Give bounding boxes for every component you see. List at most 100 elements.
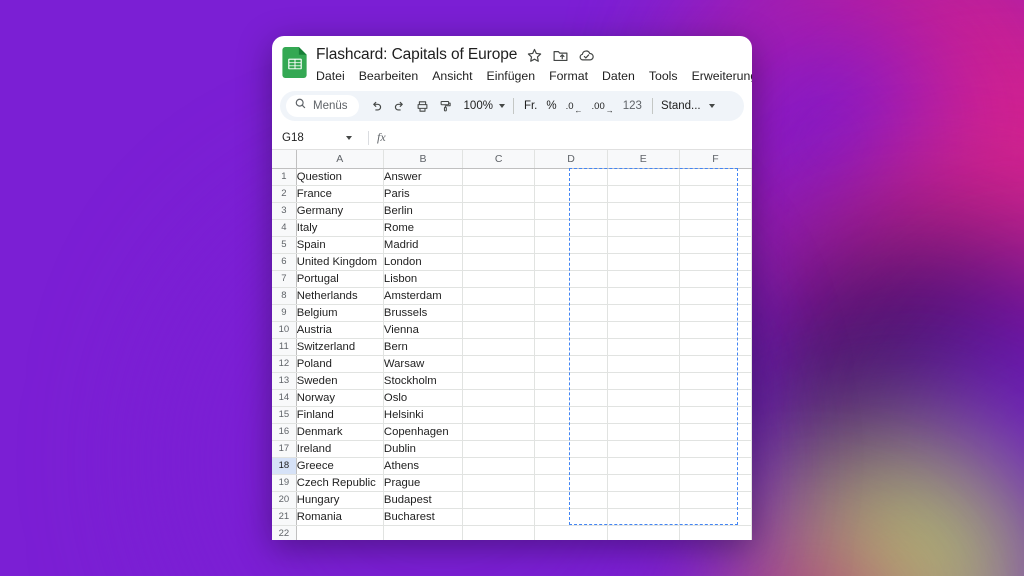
document-title[interactable]: Flashcard: Capitals of Europe	[316, 46, 517, 64]
cell-C20[interactable]	[462, 491, 536, 509]
cell-F16[interactable]	[679, 423, 752, 441]
cell-D14[interactable]	[534, 389, 608, 407]
column-header-b[interactable]: B	[383, 150, 464, 169]
cell-F14[interactable]	[679, 389, 752, 407]
row-header-8[interactable]: 8	[272, 287, 297, 305]
cell-D10[interactable]	[534, 321, 608, 339]
star-icon[interactable]	[526, 47, 543, 64]
cell-B14[interactable]: Oslo	[383, 389, 464, 407]
cell-D3[interactable]	[534, 202, 608, 220]
cell-F11[interactable]	[679, 338, 752, 356]
cell-A2[interactable]: France	[296, 185, 384, 203]
cell-C15[interactable]	[462, 406, 536, 424]
cell-F3[interactable]	[679, 202, 752, 220]
cell-A1[interactable]: Question	[296, 168, 384, 186]
row-header-6[interactable]: 6	[272, 253, 297, 271]
cell-E11[interactable]	[607, 338, 680, 356]
cell-D13[interactable]	[534, 372, 608, 390]
cell-C4[interactable]	[462, 219, 536, 237]
cell-F2[interactable]	[679, 185, 752, 203]
cell-E5[interactable]	[607, 236, 680, 254]
cell-E19[interactable]	[607, 474, 680, 492]
cell-A22[interactable]	[296, 525, 384, 540]
cell-D8[interactable]	[534, 287, 608, 305]
decrease-decimal-button[interactable]: .0 ←	[562, 95, 587, 117]
cell-E13[interactable]	[607, 372, 680, 390]
cell-A17[interactable]: Ireland	[296, 440, 384, 458]
cell-F10[interactable]	[679, 321, 752, 339]
cell-B9[interactable]: Brussels	[383, 304, 464, 322]
cell-E15[interactable]	[607, 406, 680, 424]
menu-item-datei[interactable]: Datei	[316, 69, 345, 83]
row-header-5[interactable]: 5	[272, 236, 297, 254]
cell-A9[interactable]: Belgium	[296, 304, 384, 322]
print-icon[interactable]	[412, 95, 434, 117]
cell-E20[interactable]	[607, 491, 680, 509]
cell-B7[interactable]: Lisbon	[383, 270, 464, 288]
cell-C13[interactable]	[462, 372, 536, 390]
row-header-20[interactable]: 20	[272, 491, 297, 509]
cloud-saved-icon[interactable]	[578, 47, 595, 64]
percent-format-button[interactable]: %	[542, 95, 560, 117]
cell-A14[interactable]: Norway	[296, 389, 384, 407]
cell-B6[interactable]: London	[383, 253, 464, 271]
cell-F22[interactable]	[679, 525, 752, 540]
cell-E14[interactable]	[607, 389, 680, 407]
row-header-1[interactable]: 1	[272, 168, 297, 186]
cell-F8[interactable]	[679, 287, 752, 305]
cell-A4[interactable]: Italy	[296, 219, 384, 237]
cell-C11[interactable]	[462, 338, 536, 356]
cell-F15[interactable]	[679, 406, 752, 424]
cell-D22[interactable]	[534, 525, 608, 540]
cell-D4[interactable]	[534, 219, 608, 237]
cell-E22[interactable]	[607, 525, 680, 540]
cell-B10[interactable]: Vienna	[383, 321, 464, 339]
undo-icon[interactable]	[366, 95, 388, 117]
cell-E8[interactable]	[607, 287, 680, 305]
cell-D21[interactable]	[534, 508, 608, 526]
cell-B8[interactable]: Amsterdam	[383, 287, 464, 305]
cell-B17[interactable]: Dublin	[383, 440, 464, 458]
cell-E1[interactable]	[607, 168, 680, 186]
cell-A20[interactable]: Hungary	[296, 491, 384, 509]
paint-format-icon[interactable]	[435, 95, 457, 117]
row-header-21[interactable]: 21	[272, 508, 297, 526]
cell-F21[interactable]	[679, 508, 752, 526]
cell-C18[interactable]	[462, 457, 536, 475]
cell-B16[interactable]: Copenhagen	[383, 423, 464, 441]
cell-C8[interactable]	[462, 287, 536, 305]
cell-E4[interactable]	[607, 219, 680, 237]
row-header-22[interactable]: 22	[272, 525, 297, 540]
row-header-18[interactable]: 18	[272, 457, 297, 475]
cell-B2[interactable]: Paris	[383, 185, 464, 203]
cell-D2[interactable]	[534, 185, 608, 203]
cell-C21[interactable]	[462, 508, 536, 526]
cell-E21[interactable]	[607, 508, 680, 526]
move-to-folder-icon[interactable]	[552, 47, 569, 64]
cell-D11[interactable]	[534, 338, 608, 356]
cell-E10[interactable]	[607, 321, 680, 339]
menu-item-daten[interactable]: Daten	[602, 69, 635, 83]
column-header-a[interactable]: A	[296, 150, 384, 169]
row-header-13[interactable]: 13	[272, 372, 297, 390]
cell-C22[interactable]	[462, 525, 536, 540]
menu-item-ansicht[interactable]: Ansicht	[432, 69, 472, 83]
menu-item-tools[interactable]: Tools	[649, 69, 678, 83]
row-header-9[interactable]: 9	[272, 304, 297, 322]
column-header-f[interactable]: F	[679, 150, 752, 169]
cell-D17[interactable]	[534, 440, 608, 458]
cell-A5[interactable]: Spain	[296, 236, 384, 254]
row-header-15[interactable]: 15	[272, 406, 297, 424]
name-box[interactable]: G18	[282, 132, 360, 144]
row-header-14[interactable]: 14	[272, 389, 297, 407]
menu-item-einfuegen[interactable]: Einfügen	[487, 69, 536, 83]
cell-E2[interactable]	[607, 185, 680, 203]
cell-C9[interactable]	[462, 304, 536, 322]
cell-C14[interactable]	[462, 389, 536, 407]
cell-C17[interactable]	[462, 440, 536, 458]
zoom-control[interactable]: 100%	[460, 95, 505, 117]
cell-F19[interactable]	[679, 474, 752, 492]
cell-A11[interactable]: Switzerland	[296, 338, 384, 356]
redo-icon[interactable]	[389, 95, 411, 117]
currency-format-button[interactable]: Fr.	[520, 95, 541, 117]
